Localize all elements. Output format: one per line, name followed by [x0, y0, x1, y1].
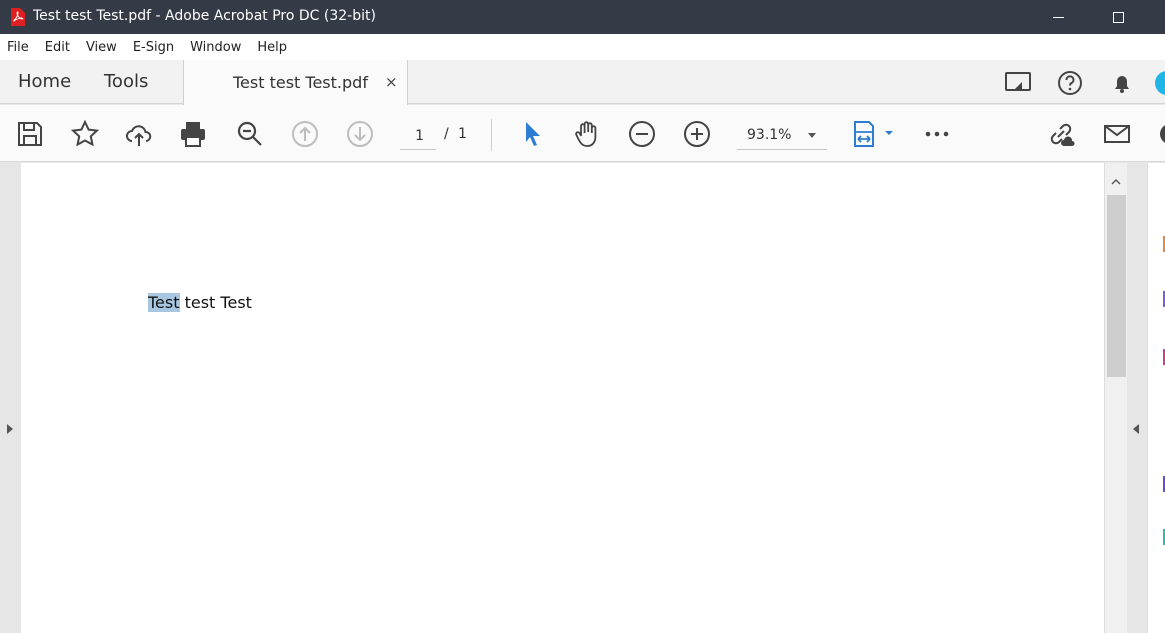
tools-pane [1147, 163, 1165, 633]
overflow-icon[interactable] [1155, 119, 1165, 149]
zoom-out-icon[interactable] [627, 119, 657, 149]
document-text[interactable]: Test test Test [148, 291, 252, 315]
right-panel-toggle[interactable] [1127, 163, 1147, 633]
bell-icon[interactable] [1107, 68, 1137, 98]
tab-document[interactable]: Test test Test.pdf × [183, 60, 408, 105]
save-icon[interactable] [15, 119, 45, 149]
zoom-dropdown[interactable]: 93.1% [737, 122, 827, 150]
close-tab-button[interactable]: × [385, 73, 398, 91]
menu-esign[interactable]: E-Sign [125, 40, 182, 55]
fit-page-icon[interactable] [851, 119, 895, 149]
chevron-left-icon [1133, 424, 1139, 434]
menu-view[interactable]: View [78, 40, 125, 55]
window-title: Test test Test.pdf - Adobe Acrobat Pro D… [33, 8, 376, 24]
tab-home[interactable]: Home [18, 71, 71, 92]
chevron-right-icon [7, 424, 13, 434]
page-up-icon[interactable] [290, 119, 320, 149]
menu-window[interactable]: Window [182, 40, 249, 55]
menu-bar: File Edit View E-Sign Window Help [0, 34, 1165, 60]
page-separator: / [444, 126, 449, 142]
title-bar: Test test Test.pdf - Adobe Acrobat Pro D… [0, 0, 1165, 34]
tab-document-label: Test test Test.pdf [233, 73, 368, 92]
more-icon[interactable] [922, 119, 952, 149]
toolbar: / 1 93.1% [0, 105, 1165, 162]
scroll-up-icon[interactable] [1111, 177, 1121, 187]
page-down-icon[interactable] [345, 119, 375, 149]
tab-bar: Home Tools Test test Test.pdf × [0, 60, 1165, 105]
star-icon[interactable] [70, 119, 100, 149]
menu-help[interactable]: Help [249, 40, 295, 55]
document-page[interactable]: Test test Test [21, 163, 1104, 633]
chevron-down-icon [808, 133, 816, 138]
zoom-search-icon[interactable] [235, 119, 265, 149]
page-total: 1 [458, 126, 467, 142]
help-icon[interactable] [1055, 68, 1085, 98]
link-cloud-icon[interactable] [1046, 119, 1076, 149]
mail-icon[interactable] [1102, 119, 1132, 149]
document-text-rest[interactable]: test Test [180, 293, 252, 312]
print-icon[interactable] [178, 119, 208, 149]
toolbar-divider [491, 119, 492, 151]
page-number-input[interactable] [400, 122, 436, 150]
vertical-scrollbar[interactable] [1104, 163, 1127, 633]
select-arrow-icon[interactable] [518, 119, 548, 149]
tab-tools[interactable]: Tools [104, 71, 148, 92]
menu-file[interactable]: File [0, 40, 37, 55]
selected-text[interactable]: Test [148, 293, 180, 312]
zoom-value: 93.1% [747, 127, 792, 143]
pdf-icon [11, 8, 25, 26]
minimize-button[interactable] [1035, 0, 1081, 34]
scrollbar-thumb[interactable] [1107, 195, 1126, 377]
maximize-button[interactable] [1095, 0, 1141, 34]
avatar[interactable] [1152, 68, 1165, 98]
left-panel-toggle[interactable] [0, 163, 20, 633]
upload-cloud-icon[interactable] [124, 119, 154, 149]
zoom-in-icon[interactable] [682, 119, 712, 149]
share-screen-icon[interactable] [1003, 68, 1033, 98]
hand-icon[interactable] [572, 119, 602, 149]
menu-edit[interactable]: Edit [37, 40, 78, 55]
